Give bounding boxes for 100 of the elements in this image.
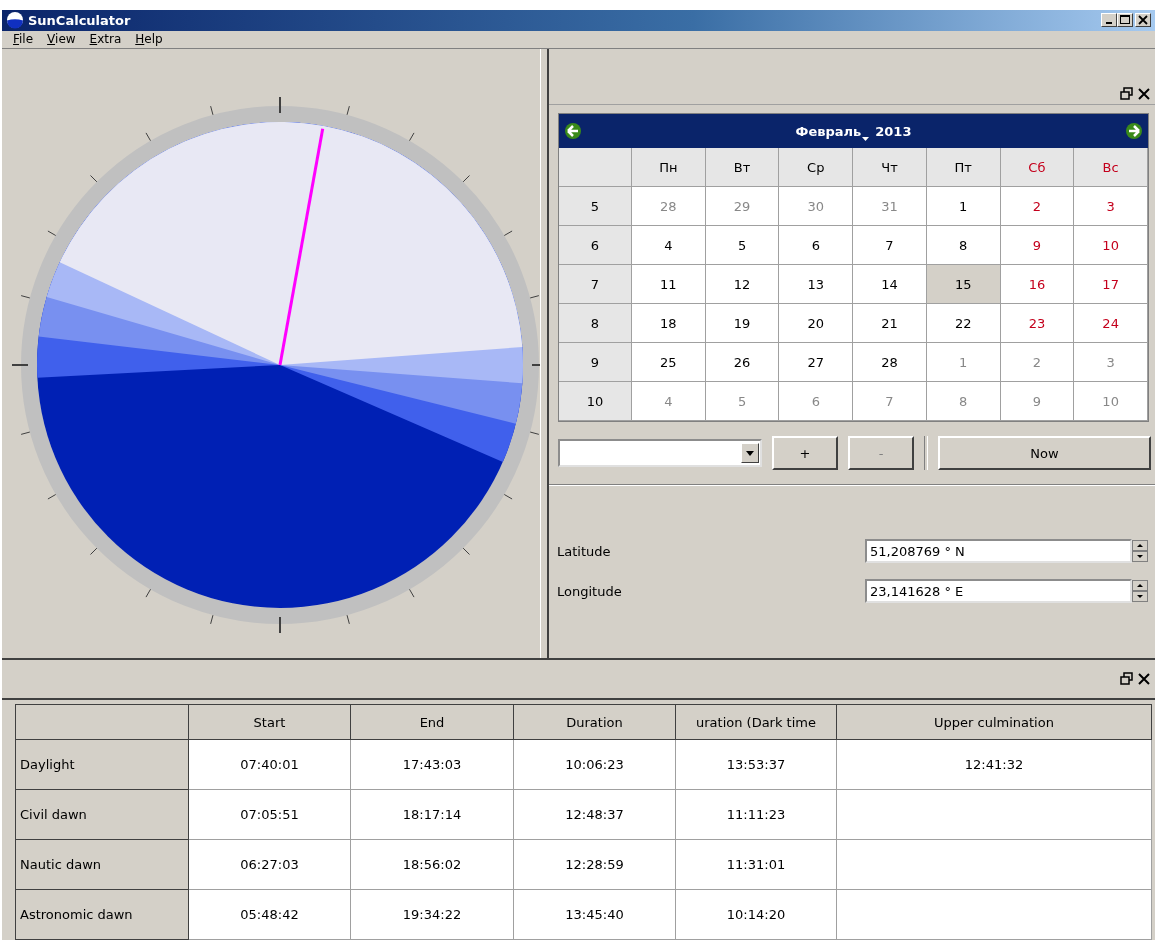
day-cell[interactable]: 1 (926, 343, 1001, 382)
day-cell[interactable]: 22 (926, 304, 1001, 343)
day-cell[interactable]: 26 (705, 343, 780, 382)
table-cell: 12:41:32 (836, 739, 1152, 790)
column-header[interactable]: Start (188, 704, 351, 740)
spin-button[interactable] (1132, 540, 1148, 562)
minimize-button[interactable] (1101, 13, 1117, 28)
day-cell[interactable]: 21 (853, 304, 927, 343)
day-cell[interactable]: 31 (853, 187, 927, 226)
table-cell: 11:31:01 (675, 839, 837, 890)
day-cell[interactable]: 19 (705, 304, 780, 343)
combo-box[interactable] (558, 439, 762, 467)
now-button[interactable]: Now (938, 436, 1151, 470)
day-cell[interactable]: 12 (705, 265, 780, 304)
field-label: Latitude (557, 543, 611, 559)
menu-item[interactable]: Extra (82, 32, 129, 47)
menu-item[interactable]: View (40, 32, 83, 47)
plus-button[interactable]: + (772, 436, 838, 470)
float-button[interactable] (1120, 87, 1134, 101)
prev-month-button[interactable] (564, 122, 582, 140)
month-dropdown[interactable]: Февраль (795, 123, 870, 139)
column-header[interactable]: Duration (513, 704, 676, 740)
week-number: 6 (559, 226, 632, 265)
menu-item[interactable]: Help (128, 32, 170, 47)
row-header: Civil dawn (15, 789, 189, 840)
close-icon (1138, 15, 1148, 26)
day-cell[interactable]: 2 (1000, 343, 1075, 382)
weekday-header: Ср (779, 148, 854, 187)
day-cell[interactable]: 1 (926, 187, 1001, 226)
table-cell: 13:45:40 (513, 889, 676, 940)
table-cell: 10:14:20 (675, 889, 837, 940)
row-header: Astronomic dawn (15, 889, 189, 940)
day-cell[interactable]: 30 (779, 187, 854, 226)
day-cell[interactable]: 3 (1074, 343, 1148, 382)
coordinate-field[interactable]: 51,208769 ° N (865, 539, 1132, 563)
day-cell[interactable]: 28 (853, 343, 927, 382)
minimize-icon (1106, 22, 1112, 25)
coordinate-field[interactable]: 23,141628 ° E (865, 579, 1132, 603)
week-number: 10 (559, 382, 632, 421)
week-number: 8 (559, 304, 632, 343)
table-cell: 10:06:23 (513, 739, 676, 790)
day-cell[interactable]: 14 (853, 265, 927, 304)
day-cell[interactable]: 20 (779, 304, 854, 343)
table-cell: 05:48:42 (188, 889, 351, 940)
table-cell: 17:43:03 (350, 739, 514, 790)
field-label: Longitude (557, 583, 622, 599)
day-cell[interactable]: 17 (1074, 265, 1148, 304)
table-cell: 11:11:23 (675, 789, 837, 840)
day-cell[interactable]: 6 (779, 382, 854, 421)
maximize-button[interactable] (1117, 13, 1133, 28)
day-cell[interactable]: 24 (1074, 304, 1148, 343)
close-button[interactable] (1137, 87, 1151, 101)
next-month-button[interactable] (1125, 122, 1143, 140)
window-title: SunCalculator (28, 12, 132, 28)
table-cell: 07:05:51 (188, 789, 351, 840)
day-cell[interactable]: 5 (705, 382, 780, 421)
day-cell[interactable]: 18 (632, 304, 706, 343)
day-cell[interactable]: 4 (632, 226, 706, 265)
day-cell[interactable]: 7 (853, 226, 927, 265)
day-cell[interactable]: 15 (926, 265, 1001, 304)
row-header: Nautic dawn (15, 839, 189, 890)
day-cell[interactable]: 9 (1000, 382, 1075, 421)
day-cell[interactable]: 11 (632, 265, 706, 304)
year-label[interactable]: 2013 (875, 123, 912, 139)
column-header[interactable]: uration (Dark time (675, 704, 837, 740)
day-cell[interactable]: 10 (1074, 382, 1148, 421)
weekday-header: Сб (1000, 148, 1075, 187)
day-cell[interactable]: 7 (853, 382, 927, 421)
day-cell[interactable]: 13 (779, 265, 854, 304)
day-cell[interactable]: 2 (1000, 187, 1075, 226)
day-cell[interactable]: 10 (1074, 226, 1148, 265)
day-cell[interactable]: 28 (632, 187, 706, 226)
table-cell: 07:40:01 (188, 739, 351, 790)
day-cell[interactable]: 4 (632, 382, 706, 421)
table-cell: 19:34:22 (350, 889, 514, 940)
column-header[interactable]: Upper culmination (836, 704, 1152, 740)
day-cell[interactable]: 8 (926, 382, 1001, 421)
week-number: 9 (559, 343, 632, 382)
day-cell[interactable]: 5 (705, 226, 780, 265)
menu-item[interactable]: File (6, 32, 41, 47)
table-cell: 06:27:03 (188, 839, 351, 890)
day-cell[interactable]: 6 (779, 226, 854, 265)
table-cell: 18:56:02 (350, 839, 514, 890)
day-cell[interactable]: 27 (779, 343, 854, 382)
day-cell[interactable]: 25 (632, 343, 706, 382)
maximize-icon (1120, 15, 1130, 26)
day-cell[interactable]: 16 (1000, 265, 1075, 304)
day-cell[interactable]: 23 (1000, 304, 1075, 343)
spin-button[interactable] (1132, 580, 1148, 602)
day-cell[interactable]: 29 (705, 187, 780, 226)
table-cell: 12:48:37 (513, 789, 676, 840)
close-button[interactable] (1137, 672, 1151, 686)
float-button[interactable] (1120, 672, 1134, 686)
column-header[interactable]: End (350, 704, 514, 740)
splitter-bar[interactable] (540, 49, 549, 658)
day-cell[interactable]: 9 (1000, 226, 1075, 265)
weekday-header: Вс (1074, 148, 1148, 187)
weekday-header: Пн (632, 148, 706, 187)
day-cell[interactable]: 3 (1074, 187, 1148, 226)
weekday-header: Чт (853, 148, 927, 187)
